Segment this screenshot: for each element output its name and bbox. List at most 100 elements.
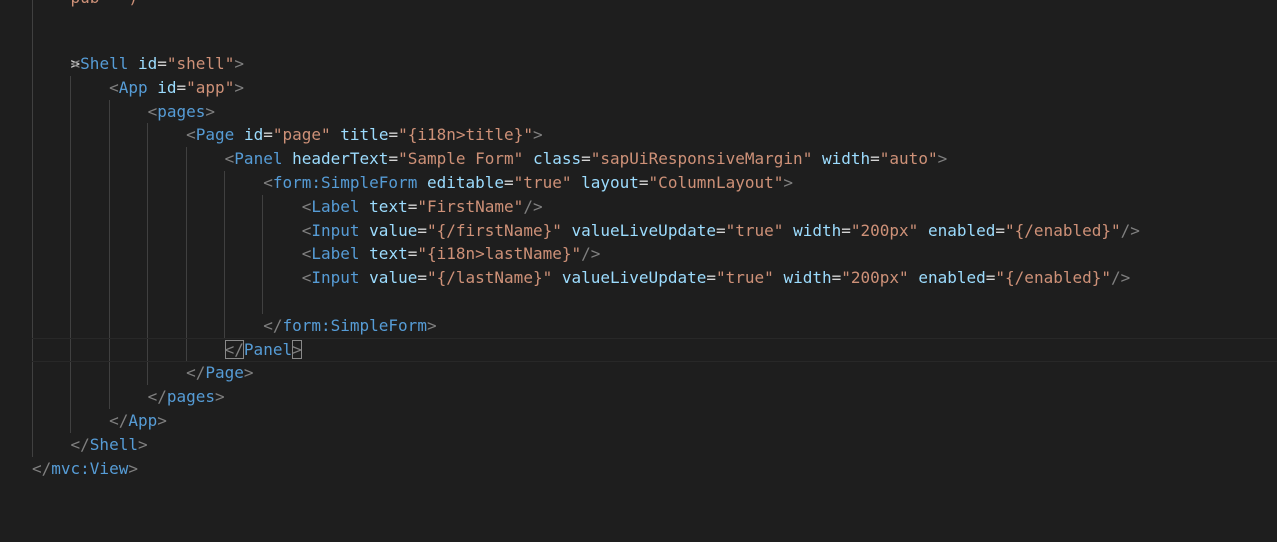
tag-name: Input (311, 268, 360, 288)
clipped-code-line: pub ) (32, 0, 138, 10)
attribute-name: width (821, 149, 871, 169)
code-editor[interactable]: pub ) > <Shell id="shell"> <App id="app"… (0, 0, 1277, 542)
attribute-name: enabled (918, 268, 986, 288)
tag-close-bracket: > (215, 387, 225, 407)
tag-name: Panel (243, 339, 293, 359)
code-line-page-close[interactable]: </Page> (32, 361, 254, 385)
tag-close-bracket: > (783, 173, 794, 192)
tag-open-bracket: </ (186, 363, 206, 383)
tag-open-bracket: < (301, 268, 312, 288)
attribute-name: width (783, 268, 832, 288)
equals-sign: = (638, 173, 649, 192)
equals-sign: = (417, 220, 427, 240)
tag-close-bracket: > (234, 54, 244, 73)
equals-sign: = (581, 149, 591, 169)
tag-close-bracket: /> (523, 196, 543, 216)
attribute-value: "200px" (841, 268, 909, 288)
tag-open-bracket: < (301, 244, 312, 264)
code-line-panel-open[interactable]: <Panel headerText="Sample Form" class="s… (32, 147, 948, 171)
attribute-name: width (793, 220, 842, 240)
code-line-blank[interactable] (32, 290, 302, 314)
code-line-panel-close[interactable]: </Panel> (32, 338, 302, 362)
tag-close-bracket: > (243, 363, 254, 383)
tag-open-bracket: < (186, 125, 196, 145)
tag-name: Page (195, 125, 235, 145)
equals-sign: = (157, 54, 167, 73)
tag-name: Label (311, 244, 360, 264)
tag-close-bracket: > (234, 77, 244, 97)
code-line-pages-open[interactable]: <pages> (32, 100, 215, 124)
tag-open-bracket: < (147, 101, 158, 121)
attribute-value: "ColumnLayout" (648, 173, 784, 192)
equals-sign: = (176, 77, 187, 97)
tag-name: Panel (234, 149, 283, 169)
equals-sign: = (388, 125, 399, 145)
tag-close-bracket: > (157, 411, 167, 430)
attribute-value: "shell" (166, 54, 235, 73)
attribute-value: "auto" (879, 149, 938, 169)
attribute-value: "{/enabled}" (995, 268, 1111, 288)
tag-close-bracket: /> (1111, 268, 1131, 288)
attribute-name: id (157, 77, 177, 97)
code-line-input-1[interactable]: <Input value="{/firstName}" valueLiveUpd… (32, 219, 1140, 243)
attribute-name: headerText (292, 149, 389, 169)
tag-name: Input (311, 220, 360, 240)
attribute-name: editable (426, 173, 505, 192)
tag-open-bracket: < (224, 149, 235, 169)
attribute-name: title (340, 125, 389, 145)
tag-name: Shell (80, 54, 129, 73)
attribute-name: text (369, 244, 408, 264)
attribute-value: "{i18n>lastName}" (417, 244, 582, 264)
attribute-name: id (137, 54, 158, 73)
equals-sign: = (715, 220, 726, 240)
code-line-app-open[interactable]: <App id="app"> (32, 76, 244, 100)
tag-open-bracket: </ (109, 411, 129, 430)
code-line-form-open[interactable]: <form:SimpleForm editable="true" layout=… (32, 171, 793, 195)
code-line-page-open[interactable]: <Page id="page" title="{i18n>title}"> (32, 123, 543, 147)
equals-sign: = (870, 149, 880, 169)
attribute-value: "sapUiResponsiveMargin" (590, 149, 813, 169)
code-line-pages-close[interactable]: </pages> (32, 385, 225, 409)
tag-open-bracket: < (301, 196, 312, 216)
attribute-name: text (369, 196, 408, 216)
code-line-label-2[interactable]: <Label text="{i18n>lastName}"/> (32, 242, 601, 266)
tag-close-bracket: > (937, 149, 948, 169)
tag-close-bracket: > (128, 458, 138, 478)
tag-close-bracket: > (292, 339, 302, 359)
attribute-value: "Sample Form" (398, 149, 524, 169)
code-line-label-1[interactable]: <Label text="FirstName"/> (32, 195, 543, 219)
attribute-value: "{/firstName}" (426, 220, 562, 240)
tag-close-bracket: /> (581, 244, 601, 264)
code-line-app-close[interactable]: </App> (32, 409, 167, 433)
attribute-value: "{/enabled}" (1005, 220, 1121, 240)
tag-name: Shell (89, 434, 138, 454)
tag-close-bracket: > (532, 125, 543, 145)
tag-open-bracket: < (109, 77, 119, 97)
attribute-value: "true" (725, 220, 784, 240)
tag-open-bracket: </ (263, 315, 283, 335)
attribute-name: layout (581, 173, 639, 192)
code-line-form-close[interactable]: </form:SimpleForm> (32, 314, 436, 338)
attribute-value: "page" (272, 125, 331, 145)
equals-sign: = (407, 244, 418, 264)
attribute-value: "true" (513, 173, 572, 192)
tag-name: App (118, 77, 148, 97)
tag-name: Label (311, 196, 360, 216)
equals-sign: = (841, 220, 851, 240)
tag-open-bracket: </ (147, 387, 167, 407)
code-line-shell-open[interactable]: <Shell id="shell"> (32, 52, 244, 76)
attribute-value: "true" (716, 268, 774, 288)
tag-name: App (128, 411, 158, 430)
code-line-shell-close[interactable]: </Shell> (32, 433, 148, 457)
fold-chevron-line[interactable]: > (32, 28, 81, 73)
code-line-view-close[interactable]: </mvc:View> (32, 457, 138, 481)
code-line-input-2[interactable]: <Input value="{/lastName}" valueLiveUpda… (32, 266, 1131, 290)
tag-name: pages (166, 387, 216, 407)
tag-name: mvc:View (51, 458, 129, 478)
attribute-name: id (243, 125, 264, 145)
attribute-name: valueLiveUpdate (571, 220, 716, 240)
tag-open-bracket: < (301, 220, 312, 240)
equals-sign: = (504, 173, 514, 192)
attribute-name: value (369, 268, 418, 288)
tag-open-bracket: </ (70, 434, 90, 454)
